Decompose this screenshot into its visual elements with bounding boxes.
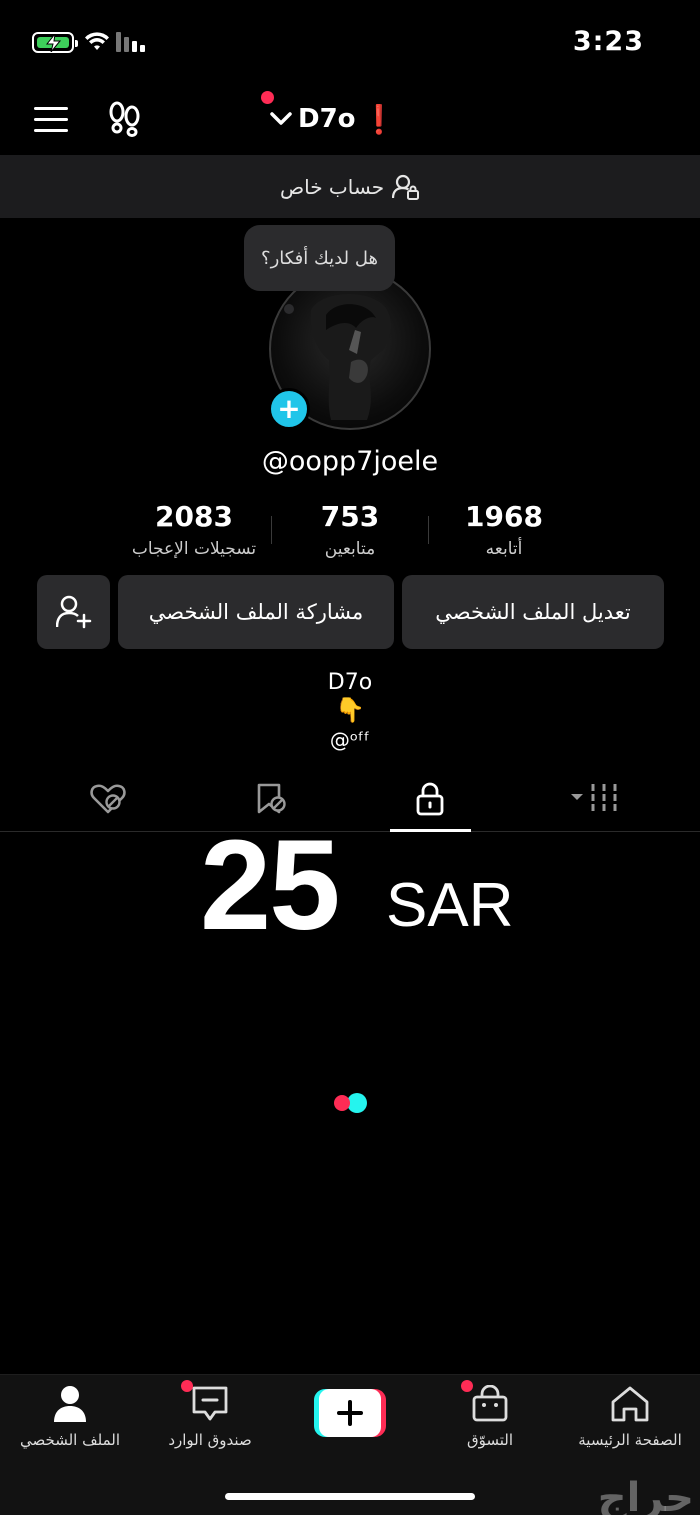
inbox-notification-dot <box>181 1380 193 1392</box>
plus-icon <box>314 1389 386 1437</box>
battery-icon <box>32 32 78 53</box>
signal-icon <box>116 32 145 52</box>
bio-line: @ᵒᶠᶠ <box>329 728 371 752</box>
add-friend-button[interactable] <box>37 575 110 649</box>
stat-likes-value: 2083 <box>155 500 233 533</box>
shopping-bag-icon <box>472 1384 508 1422</box>
private-account-banner[interactable]: حساب خاص <box>0 155 700 218</box>
shop-notification-dot <box>461 1380 473 1392</box>
chevron-down-icon <box>270 112 292 125</box>
stat-likes: 2083 تسجيلات الإعجاب <box>104 500 284 559</box>
top-nav: D7o ❗ <box>0 85 700 153</box>
saved-hidden-icon <box>257 783 286 814</box>
nav-home[interactable]: الصفحة الرئيسية <box>555 1385 700 1449</box>
bubble-tail <box>284 304 294 314</box>
nav-profile-label: الملف الشخصي <box>20 1431 120 1449</box>
nav-shop[interactable]: التسوّق <box>415 1384 565 1449</box>
share-profile-button[interactable]: مشاركة الملف الشخصي <box>118 575 394 649</box>
alert-icon: ❗ <box>361 102 397 136</box>
account-username: D7o <box>298 104 356 134</box>
stat-followers-value: 753 <box>320 500 380 533</box>
profile-handle: @oopp7joele <box>261 446 439 477</box>
add-user-icon <box>55 595 91 629</box>
stat-followers[interactable]: 753 متابعين <box>260 500 440 559</box>
ideas-bubble[interactable]: هل لديك أفكار؟ <box>244 225 395 291</box>
tab-private[interactable] <box>390 768 470 830</box>
bio-name: D7o <box>327 670 373 695</box>
stat-following[interactable]: 1968 أتابعه <box>414 500 594 559</box>
status-time: 3:23 <box>572 26 644 57</box>
menu-icon[interactable] <box>34 107 68 133</box>
wifi-icon <box>85 32 109 50</box>
profile-icon <box>54 1386 86 1422</box>
private-account-label: حساب خاص <box>279 174 385 199</box>
add-story-button[interactable]: + <box>268 388 310 430</box>
price-currency: SAR <box>386 871 514 940</box>
nav-shop-label: التسوّق <box>466 1431 514 1449</box>
private-user-icon <box>392 174 420 200</box>
bottom-nav: الملف الشخصي صندوق الوارد التسوّق الصفحة… <box>0 1374 700 1515</box>
loading-dot-red <box>334 1095 350 1111</box>
stat-followers-label: متابعين <box>324 539 376 559</box>
tab-videos[interactable] <box>550 768 640 830</box>
account-switcher[interactable]: D7o ❗ <box>270 99 396 139</box>
create-button[interactable] <box>314 1389 386 1437</box>
bio-emoji: 👇 <box>335 696 365 724</box>
active-tab-indicator <box>390 829 471 832</box>
content-tabs <box>0 768 700 832</box>
home-icon <box>611 1386 649 1422</box>
edit-profile-button[interactable]: تعديل الملف الشخصي <box>402 575 664 649</box>
nav-inbox-label: صندوق الوارد <box>168 1431 252 1449</box>
inbox-icon <box>192 1386 228 1421</box>
nav-inbox[interactable]: صندوق الوارد <box>135 1385 285 1449</box>
lock-icon <box>416 782 444 816</box>
stat-following-value: 1968 <box>465 500 543 533</box>
nav-home-label: الصفحة الرئيسية <box>578 1431 682 1449</box>
footprints-icon[interactable] <box>106 101 144 137</box>
watermark: حراج <box>597 1475 694 1515</box>
liked-hidden-icon <box>90 784 126 814</box>
nav-profile[interactable]: الملف الشخصي <box>0 1385 145 1449</box>
grid-icon <box>571 784 617 814</box>
home-indicator[interactable] <box>225 1493 475 1500</box>
stat-likes-label: تسجيلات الإعجاب <box>131 539 257 559</box>
stat-following-label: أتابعه <box>485 539 523 559</box>
price-value: 25 <box>200 814 340 957</box>
tab-liked[interactable] <box>68 768 148 830</box>
loading-dot-cyan <box>347 1093 367 1113</box>
